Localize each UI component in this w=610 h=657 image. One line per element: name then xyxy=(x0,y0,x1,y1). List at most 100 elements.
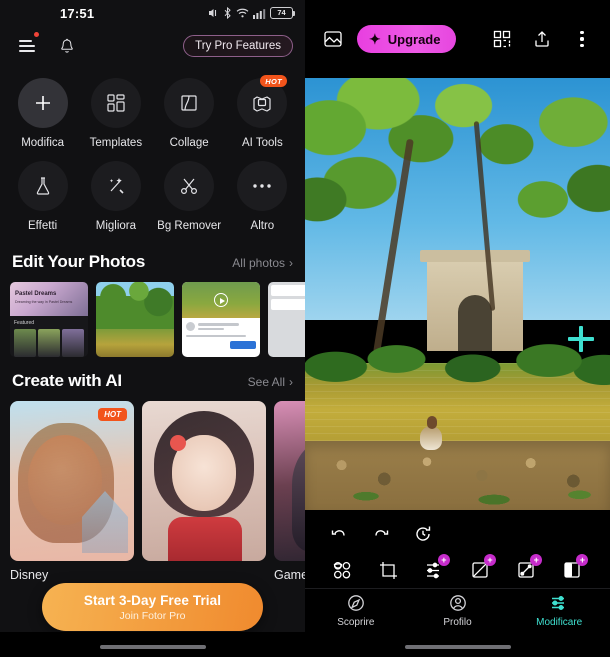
tool-modifica[interactable]: Modifica xyxy=(6,78,79,149)
tool-label: Altro xyxy=(250,220,275,232)
ai-card-2[interactable] xyxy=(142,401,266,561)
thumb-sub: Featured xyxy=(14,320,35,326)
thumb-social-post[interactable] xyxy=(182,282,260,357)
status-bar: 17:51 74 xyxy=(0,0,305,26)
notification-bell-icon[interactable] xyxy=(52,31,82,61)
adjust-icon: + xyxy=(424,554,450,582)
all-photos-link[interactable]: All photos › xyxy=(232,256,293,270)
create-ai-header: Create with AI See All › xyxy=(0,357,305,401)
templates-icon xyxy=(90,78,141,128)
undo-icon[interactable] xyxy=(327,522,351,546)
thumb-caption: Pastel Dreams xyxy=(15,291,57,297)
edited-photo xyxy=(305,78,610,510)
tool-label: Collage xyxy=(169,137,209,149)
notification-dot xyxy=(34,32,39,37)
tool-label: Modifica xyxy=(21,137,65,149)
layers-icon: + xyxy=(470,554,497,582)
tool-bg-remover[interactable]: Bg Remover xyxy=(153,161,226,232)
hamburger-menu-icon[interactable] xyxy=(12,31,42,61)
sliders-icon xyxy=(552,596,565,610)
photo-canvas[interactable] xyxy=(305,78,610,510)
nav-label: Modificare xyxy=(536,617,583,628)
ai-card-label: Game C xyxy=(274,568,305,582)
mute-icon xyxy=(209,9,217,17)
plus-icon xyxy=(17,78,68,128)
cta-subtitle: Join Fotor Pro xyxy=(119,609,186,622)
tool-migliora[interactable]: Migliora xyxy=(79,161,152,232)
share-upload-icon[interactable] xyxy=(528,25,556,53)
scissors-icon xyxy=(164,161,215,211)
image-gallery-icon[interactable] xyxy=(319,25,347,53)
chevron-right-icon: › xyxy=(289,256,293,270)
see-all-label: See All xyxy=(247,375,285,389)
fotor-editor-screen: ✦ Upgrade + + + + Scoprire Profilo Modif… xyxy=(305,0,610,657)
compass-icon xyxy=(347,595,364,611)
transform-icon xyxy=(378,558,399,582)
hot-badge: HOT xyxy=(260,75,287,87)
home-indicator[interactable] xyxy=(404,645,511,649)
more-dots-icon xyxy=(237,161,288,211)
redo-icon[interactable] xyxy=(369,522,393,546)
bottom-nav-bar: Scoprire Profilo Modificare xyxy=(305,588,610,632)
upgrade-button[interactable]: ✦ Upgrade xyxy=(357,25,457,53)
dual-screenshot: 17:51 74 Try Pro Features Modifica Templ… xyxy=(0,0,610,657)
home-indicator[interactable] xyxy=(99,645,206,649)
wifi-icon xyxy=(236,8,249,18)
tool-effetti[interactable]: Effetti xyxy=(6,161,79,232)
tool-collage[interactable]: Collage xyxy=(153,78,226,149)
pro-badge: + xyxy=(437,554,450,566)
hot-badge: HOT xyxy=(98,408,127,421)
cta-title: Start 3-Day Free Trial xyxy=(83,592,222,608)
pro-badge: + xyxy=(484,554,497,566)
nav-label: Profilo xyxy=(443,617,472,628)
thumb-light-screenshot[interactable] xyxy=(268,282,305,357)
edit-photos-header: Edit Your Photos All photos › xyxy=(0,238,305,282)
start-free-trial-button[interactable]: Start 3-Day Free Trial Join Fotor Pro xyxy=(42,583,263,631)
editor-top-bar: ✦ Upgrade xyxy=(305,0,610,78)
thumb-park-nature[interactable] xyxy=(96,282,174,357)
ai-card-game[interactable] xyxy=(274,401,305,561)
status-time: 17:51 xyxy=(60,5,95,21)
page-title: Edit Your Photos xyxy=(12,252,146,271)
tools-grid: Modifica Templates Collage HOT AI Tools … xyxy=(0,66,305,238)
pro-badge: + xyxy=(576,554,589,566)
photo-thumbnails-strip: Pastel Dreams Dreaming the way in Pastel… xyxy=(0,282,305,357)
duotone-icon: + xyxy=(562,554,589,582)
tool-altro[interactable]: Altro xyxy=(226,161,299,232)
add-plus-overlay-icon[interactable] xyxy=(568,326,594,352)
person-icon xyxy=(449,595,466,611)
qr-code-icon[interactable] xyxy=(488,25,516,53)
nav-item-scoprire[interactable]: Scoprire xyxy=(305,593,407,628)
tool-ai-tools[interactable]: HOT AI Tools xyxy=(226,75,299,149)
fotor-home-screen: 17:51 74 Try Pro Features Modifica Templ… xyxy=(0,0,305,657)
collage-icon xyxy=(164,78,215,128)
status-icons: 74 xyxy=(207,7,295,19)
duck xyxy=(418,415,444,450)
ai-card-labels: Disney Game C xyxy=(0,561,305,582)
reset-history-icon[interactable] xyxy=(411,522,435,546)
app-top-bar: Try Pro Features xyxy=(0,26,305,66)
tool-templates[interactable]: Templates xyxy=(79,78,152,149)
see-all-link[interactable]: See All › xyxy=(248,375,293,389)
ai-card-disney[interactable]: HOT xyxy=(10,401,134,561)
upgrade-label: Upgrade xyxy=(387,31,441,47)
chevron-right-icon: › xyxy=(289,375,293,389)
sparkle-icon: ✦ xyxy=(369,31,381,47)
tool-label: Templates xyxy=(89,137,143,149)
nav-item-profilo[interactable]: Profilo xyxy=(407,593,509,628)
gradient-icon: + xyxy=(516,554,543,582)
play-icon xyxy=(214,293,228,307)
filters-icon xyxy=(332,558,353,582)
ai-card-label: Disney xyxy=(10,568,49,582)
section-title: Create with AI xyxy=(12,371,122,390)
ai-card-label xyxy=(142,568,266,582)
tool-label: Migliora xyxy=(95,220,136,232)
kebab-menu-icon[interactable] xyxy=(568,25,596,53)
history-controls xyxy=(305,510,610,552)
thumb-pastel-dreams[interactable]: Pastel Dreams Dreaming the way in Pastel… xyxy=(10,282,88,357)
tool-label: Effetti xyxy=(28,220,58,232)
ai-cards-row: HOT xyxy=(0,401,305,561)
nav-item-modificare[interactable]: Modificare xyxy=(508,593,610,628)
battery-icon: 74 xyxy=(270,7,295,19)
try-pro-features-button[interactable]: Try Pro Features xyxy=(183,35,293,57)
